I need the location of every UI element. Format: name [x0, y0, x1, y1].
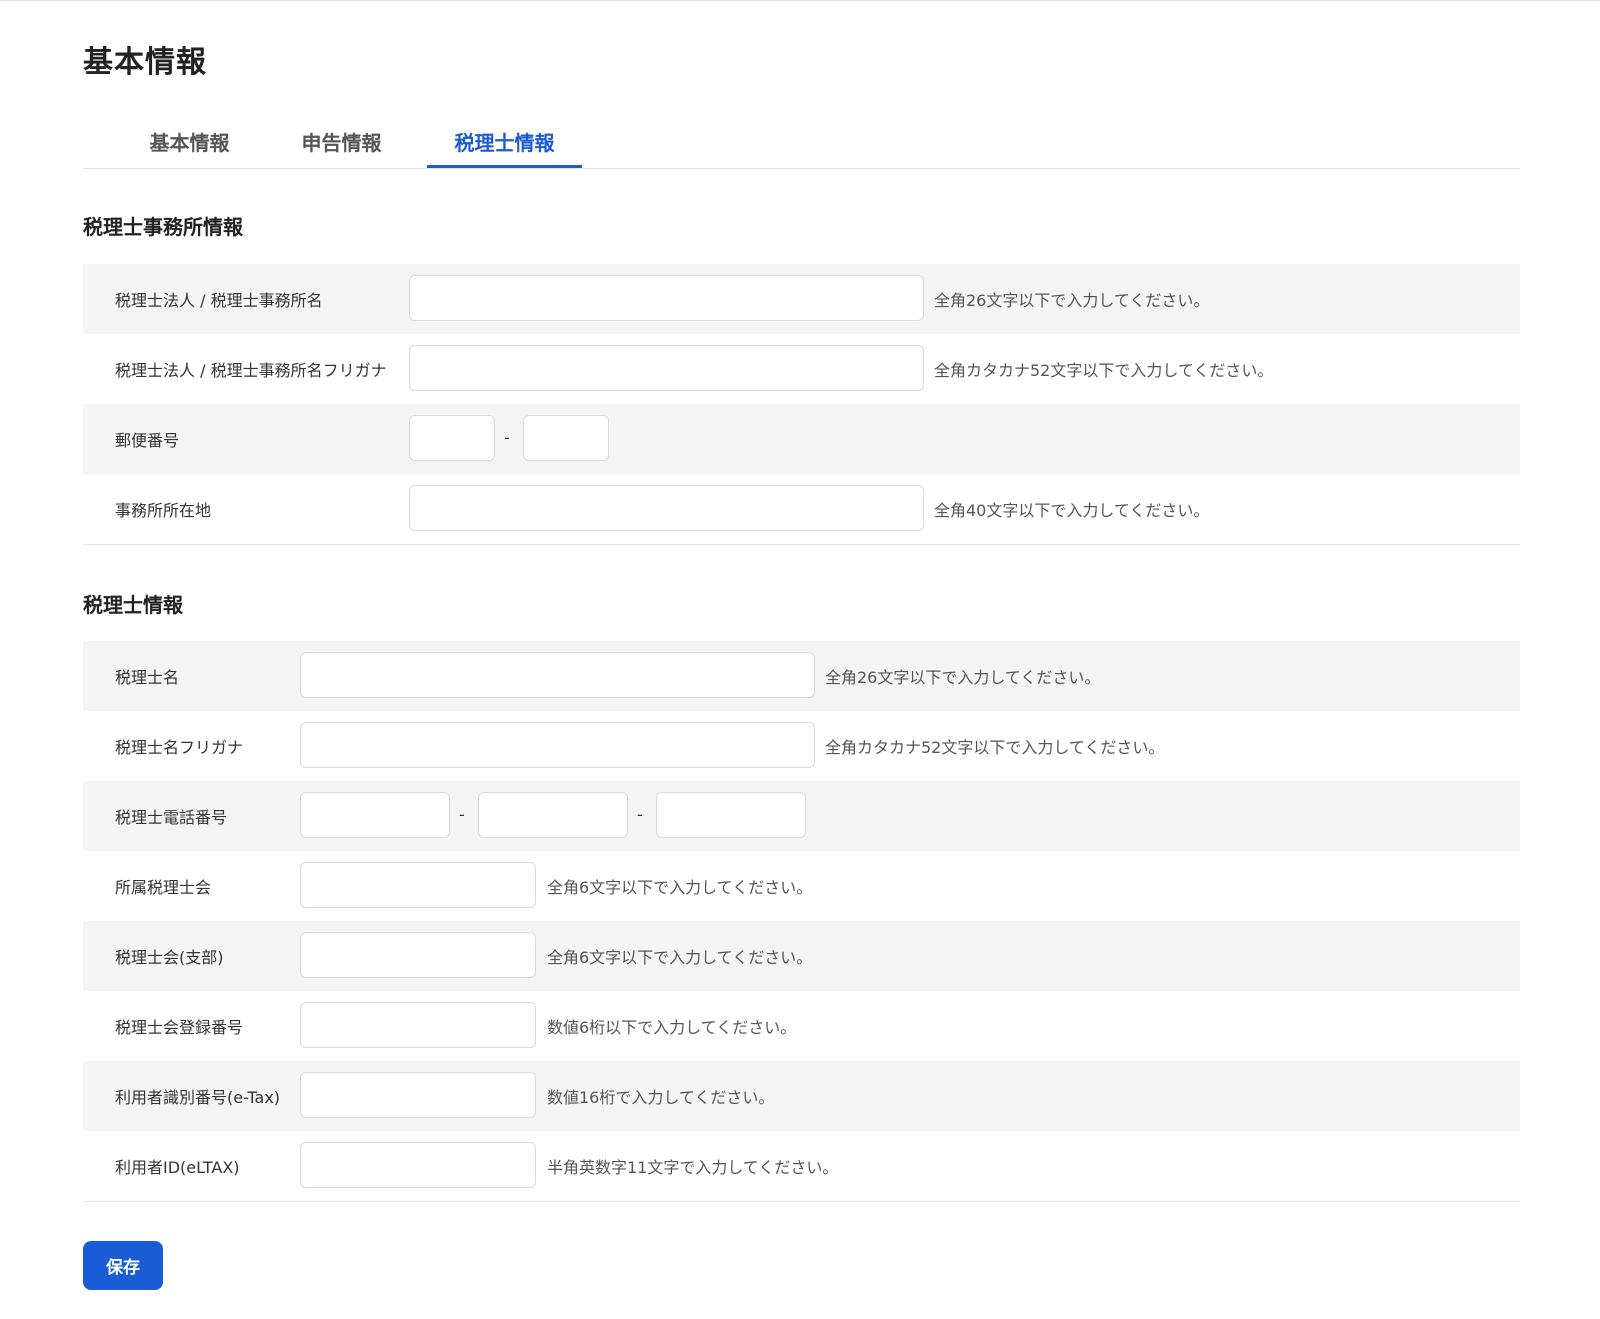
- branch-hint: 全角6文字以下で入力してください。: [547, 948, 813, 967]
- office-name-kana-hint: 全角カタカナ52文字以下で入力してください。: [934, 361, 1274, 380]
- office-name-input[interactable]: [409, 275, 924, 321]
- phone-third-input[interactable]: [656, 792, 806, 838]
- tab-bar: 基本情報 申告情報 税理士情報: [83, 121, 1520, 169]
- tab-filing-info[interactable]: 申告情報: [286, 121, 397, 167]
- page-title: 基本情報: [83, 45, 207, 80]
- etax-id-row: 利用者識別番号(e-Tax) 数値16桁で入力してください。: [83, 1061, 1520, 1131]
- association-hint: 全角6文字以下で入力してください。: [547, 878, 813, 897]
- accountant-section-title: 税理士情報: [83, 593, 183, 617]
- branch-label: 税理士会(支部): [115, 948, 224, 967]
- office-address-row: 事務所所在地 全角40文字以下で入力してください。: [83, 474, 1520, 544]
- accountant-name-hint: 全角26文字以下で入力してください。: [825, 668, 1101, 687]
- association-label: 所属税理士会: [115, 878, 212, 897]
- eltax-id-hint: 半角英数字11文字で入力してください。: [547, 1158, 839, 1177]
- registration-number-input[interactable]: [300, 1002, 536, 1048]
- office-name-kana-input[interactable]: [409, 345, 924, 391]
- office-address-hint: 全角40文字以下で入力してください。: [934, 501, 1210, 520]
- tab-basic-info[interactable]: 基本情報: [134, 121, 245, 167]
- accountant-name-kana-label: 税理士名フリガナ: [115, 738, 244, 757]
- save-button[interactable]: 保存: [83, 1241, 163, 1290]
- accountant-name-row: 税理士名 全角26文字以下で入力してください。: [83, 641, 1520, 711]
- phone-separator-2: -: [637, 805, 643, 824]
- office-address-input[interactable]: [409, 485, 924, 531]
- accountant-name-kana-hint: 全角カタカナ52文字以下で入力してください。: [825, 738, 1165, 757]
- accountant-name-label: 税理士名: [115, 668, 180, 687]
- postal-code-first-input[interactable]: [409, 415, 495, 461]
- postal-code-row: 郵便番号 -: [83, 404, 1520, 474]
- registration-number-hint: 数値6桁以下で入力してください。: [547, 1018, 797, 1037]
- branch-input[interactable]: [300, 932, 536, 978]
- accountant-phone-row: 税理士電話番号 - -: [83, 781, 1520, 851]
- accountant-name-kana-input[interactable]: [300, 722, 815, 768]
- eltax-id-input[interactable]: [300, 1142, 536, 1188]
- office-section-title: 税理士事務所情報: [83, 215, 243, 239]
- office-form-table: 税理士法人 / 税理士事務所名 全角26文字以下で入力してください。 税理士法人…: [83, 264, 1520, 545]
- etax-id-hint: 数値16桁で入力してください。: [547, 1088, 775, 1107]
- postal-code-second-input[interactable]: [523, 415, 609, 461]
- office-name-hint: 全角26文字以下で入力してください。: [934, 291, 1210, 310]
- tab-accountant-info[interactable]: 税理士情報: [427, 121, 582, 168]
- office-name-label: 税理士法人 / 税理士事務所名: [115, 291, 323, 310]
- association-row: 所属税理士会 全角6文字以下で入力してください。: [83, 851, 1520, 921]
- phone-first-input[interactable]: [300, 792, 450, 838]
- etax-id-label: 利用者識別番号(e-Tax): [115, 1088, 281, 1107]
- registration-number-label: 税理士会登録番号: [115, 1018, 244, 1037]
- branch-row: 税理士会(支部) 全角6文字以下で入力してください。: [83, 921, 1520, 991]
- accountant-name-input[interactable]: [300, 652, 815, 698]
- eltax-id-label: 利用者ID(eLTAX): [115, 1158, 240, 1177]
- accountant-form-table: 税理士名 全角26文字以下で入力してください。 税理士名フリガナ 全角カタカナ5…: [83, 641, 1520, 1202]
- postal-code-label: 郵便番号: [115, 431, 180, 450]
- office-name-kana-label: 税理士法人 / 税理士事務所名フリガナ: [115, 361, 387, 380]
- office-address-label: 事務所所在地: [115, 501, 212, 520]
- phone-separator-1: -: [459, 805, 465, 824]
- eltax-id-row: 利用者ID(eLTAX) 半角英数字11文字で入力してください。: [83, 1131, 1520, 1201]
- office-name-row: 税理士法人 / 税理士事務所名 全角26文字以下で入力してください。: [83, 264, 1520, 334]
- accountant-phone-label: 税理士電話番号: [115, 808, 228, 827]
- office-name-kana-row: 税理士法人 / 税理士事務所名フリガナ 全角カタカナ52文字以下で入力してくださ…: [83, 334, 1520, 404]
- phone-second-input[interactable]: [478, 792, 628, 838]
- page: 基本情報 基本情報 申告情報 税理士情報 税理士事務所情報 税理士法人 / 税理…: [0, 0, 1600, 1319]
- registration-number-row: 税理士会登録番号 数値6桁以下で入力してください。: [83, 991, 1520, 1061]
- association-input[interactable]: [300, 862, 536, 908]
- postal-code-separator: -: [504, 428, 510, 447]
- accountant-name-kana-row: 税理士名フリガナ 全角カタカナ52文字以下で入力してください。: [83, 711, 1520, 781]
- etax-id-input[interactable]: [300, 1072, 536, 1118]
